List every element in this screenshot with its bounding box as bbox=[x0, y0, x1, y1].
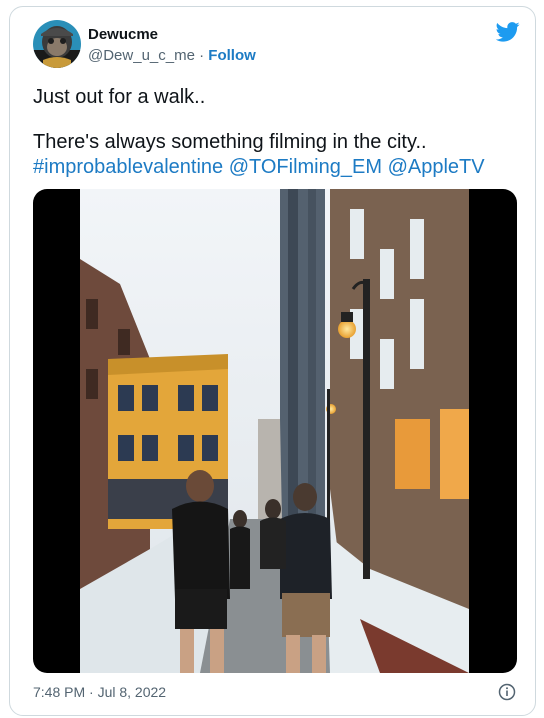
video-player[interactable] bbox=[33, 189, 517, 673]
twitter-bird-icon[interactable] bbox=[496, 22, 520, 42]
tweet-text-line-2: There's always something filming in the … bbox=[33, 131, 427, 153]
display-name[interactable]: Dewucme bbox=[88, 26, 158, 43]
info-icon[interactable] bbox=[498, 683, 516, 701]
avatar-image bbox=[33, 20, 81, 68]
video-frame bbox=[80, 189, 469, 673]
tweet-links-line: #improbablevalentine @TOFilming_EM @Appl… bbox=[33, 156, 485, 179]
mention-link-tofilming[interactable]: @TOFilming_EM bbox=[229, 156, 382, 178]
separator-dot: · bbox=[199, 47, 205, 64]
user-handle[interactable]: @Dew_u_c_me bbox=[88, 47, 195, 64]
follow-button[interactable]: Follow bbox=[208, 47, 256, 64]
hashtag-link[interactable]: #improbablevalentine bbox=[33, 156, 223, 178]
handle-row: @Dew_u_c_me · Follow bbox=[88, 47, 256, 64]
mention-link-appletv[interactable]: @AppleTV bbox=[388, 156, 485, 178]
tweet-timestamp[interactable]: 7:48 PM · Jul 8, 2022 bbox=[33, 684, 166, 700]
tweet-text-line-1: Just out for a walk.. bbox=[33, 86, 206, 108]
avatar[interactable] bbox=[33, 20, 81, 68]
